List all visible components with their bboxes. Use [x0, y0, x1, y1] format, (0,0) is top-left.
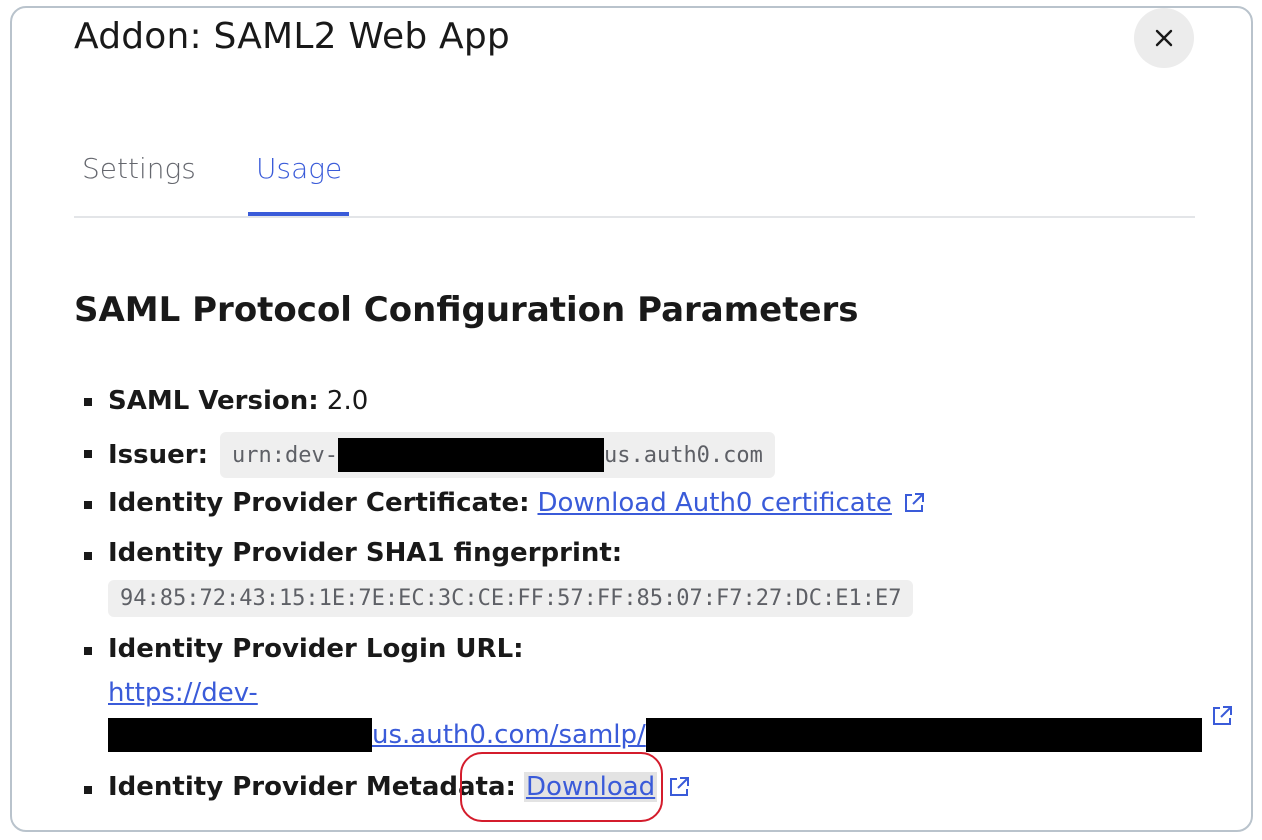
bullet: [84, 501, 92, 509]
bullet: [84, 398, 92, 406]
login-url-line2: us.auth0.com/samlp/: [108, 718, 1202, 752]
issuer-value: urn:dev- us.auth0.com: [220, 432, 775, 478]
tab-bar: Settings Usage: [74, 138, 1195, 218]
redacted-block: [108, 718, 372, 752]
bullet: [84, 647, 92, 655]
param-issuer: Issuer: urn:dev- us.auth0.com: [108, 432, 775, 478]
param-certificate: Identity Provider Certificate: Download …: [108, 488, 926, 518]
issuer-value-prefix: urn:dev-: [232, 442, 338, 468]
active-tab-indicator: [248, 212, 349, 216]
param-saml-version: SAML Version: 2.0: [108, 386, 368, 416]
certificate-label: Identity Provider Certificate:: [108, 488, 530, 518]
param-login-url: Identity Provider Login URL:: [108, 634, 524, 664]
annotation-highlight: [460, 752, 663, 822]
section-title: SAML Protocol Configuration Parameters: [74, 290, 859, 330]
dialog-title: Addon: SAML2 Web App: [74, 16, 510, 57]
external-link-icon[interactable]: [902, 491, 926, 515]
bullet: [84, 450, 92, 458]
issuer-label: Issuer:: [108, 440, 208, 470]
external-link-icon[interactable]: [1210, 704, 1234, 728]
login-url-link-mid[interactable]: us.auth0.com/samlp/: [372, 720, 646, 750]
close-icon: [1155, 29, 1173, 47]
param-sha1: Identity Provider SHA1 fingerprint:: [108, 538, 622, 568]
saml-version-value: 2.0: [326, 386, 369, 416]
login-url-label: Identity Provider Login URL:: [108, 634, 524, 664]
sha1-value-wrap: 94:85:72:43:15:1E:7E:EC:3C:CE:FF:57:FF:8…: [108, 580, 914, 617]
login-url-link-start[interactable]: https://dev-: [108, 678, 258, 708]
issuer-value-suffix: us.auth0.com: [603, 442, 763, 468]
login-url-line1: https://dev-: [108, 678, 258, 708]
addon-dialog: Addon: SAML2 Web App Settings Usage SAML…: [10, 6, 1253, 832]
tab-settings[interactable]: Settings: [82, 152, 196, 185]
sha1-value: 94:85:72:43:15:1E:7E:EC:3C:CE:FF:57:FF:8…: [108, 580, 914, 617]
redacted-block: [337, 438, 604, 472]
download-certificate-link[interactable]: Download Auth0 certificate: [537, 488, 891, 518]
bullet: [84, 786, 92, 794]
metadata-label: Identity Provider Metadata:: [108, 772, 516, 802]
sha1-label: Identity Provider SHA1 fingerprint:: [108, 538, 623, 568]
close-button[interactable]: [1134, 8, 1194, 68]
tab-usage[interactable]: Usage: [256, 152, 342, 185]
bullet: [84, 552, 92, 560]
external-link-icon[interactable]: [667, 775, 691, 799]
saml-version-label: SAML Version:: [108, 386, 319, 416]
redacted-block: [645, 718, 1202, 752]
